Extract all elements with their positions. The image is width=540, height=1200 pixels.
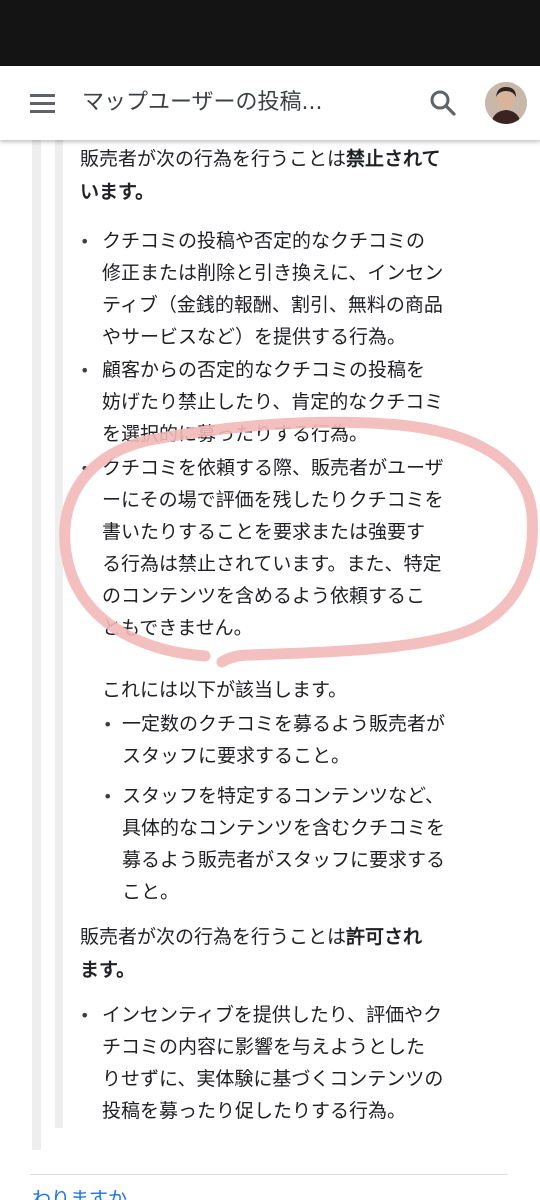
page-title: マップユーザーの投稿... — [82, 90, 323, 115]
section-divider — [30, 1174, 508, 1175]
status-bar — [0, 0, 540, 66]
indent-rule — [32, 140, 41, 1150]
bullet-icon: • — [80, 361, 90, 380]
nested-indent-rule — [55, 140, 63, 1128]
bottom-link[interactable]: わりますか — [32, 1186, 127, 1200]
bullet-icon: • — [80, 459, 90, 478]
permitted-intro: 販売者が次の行為を行うことは許可され — [80, 926, 423, 948]
avatar[interactable] — [485, 82, 527, 124]
search-icon[interactable] — [428, 88, 458, 118]
prohibited-intro-cont: います。 — [80, 181, 155, 203]
app-bar: マップユーザーの投稿... — [0, 66, 540, 140]
bullet-icon: • — [103, 787, 113, 806]
permitted-intro-cont: ます。 — [80, 959, 136, 981]
article-content: 販売者が次の行為を行うことは禁止されて います。 • クチコミの投稿や否定的なク… — [0, 140, 540, 1200]
bullet-icon: • — [80, 232, 90, 251]
prohibited-intro: 販売者が次の行為を行うことは禁止されて — [80, 148, 441, 170]
bullet-icon: • — [80, 1006, 90, 1025]
bullet-icon: • — [103, 715, 113, 734]
applies-intro: これには以下が該当します。 — [102, 679, 348, 701]
hamburger-menu-icon[interactable] — [30, 94, 55, 114]
